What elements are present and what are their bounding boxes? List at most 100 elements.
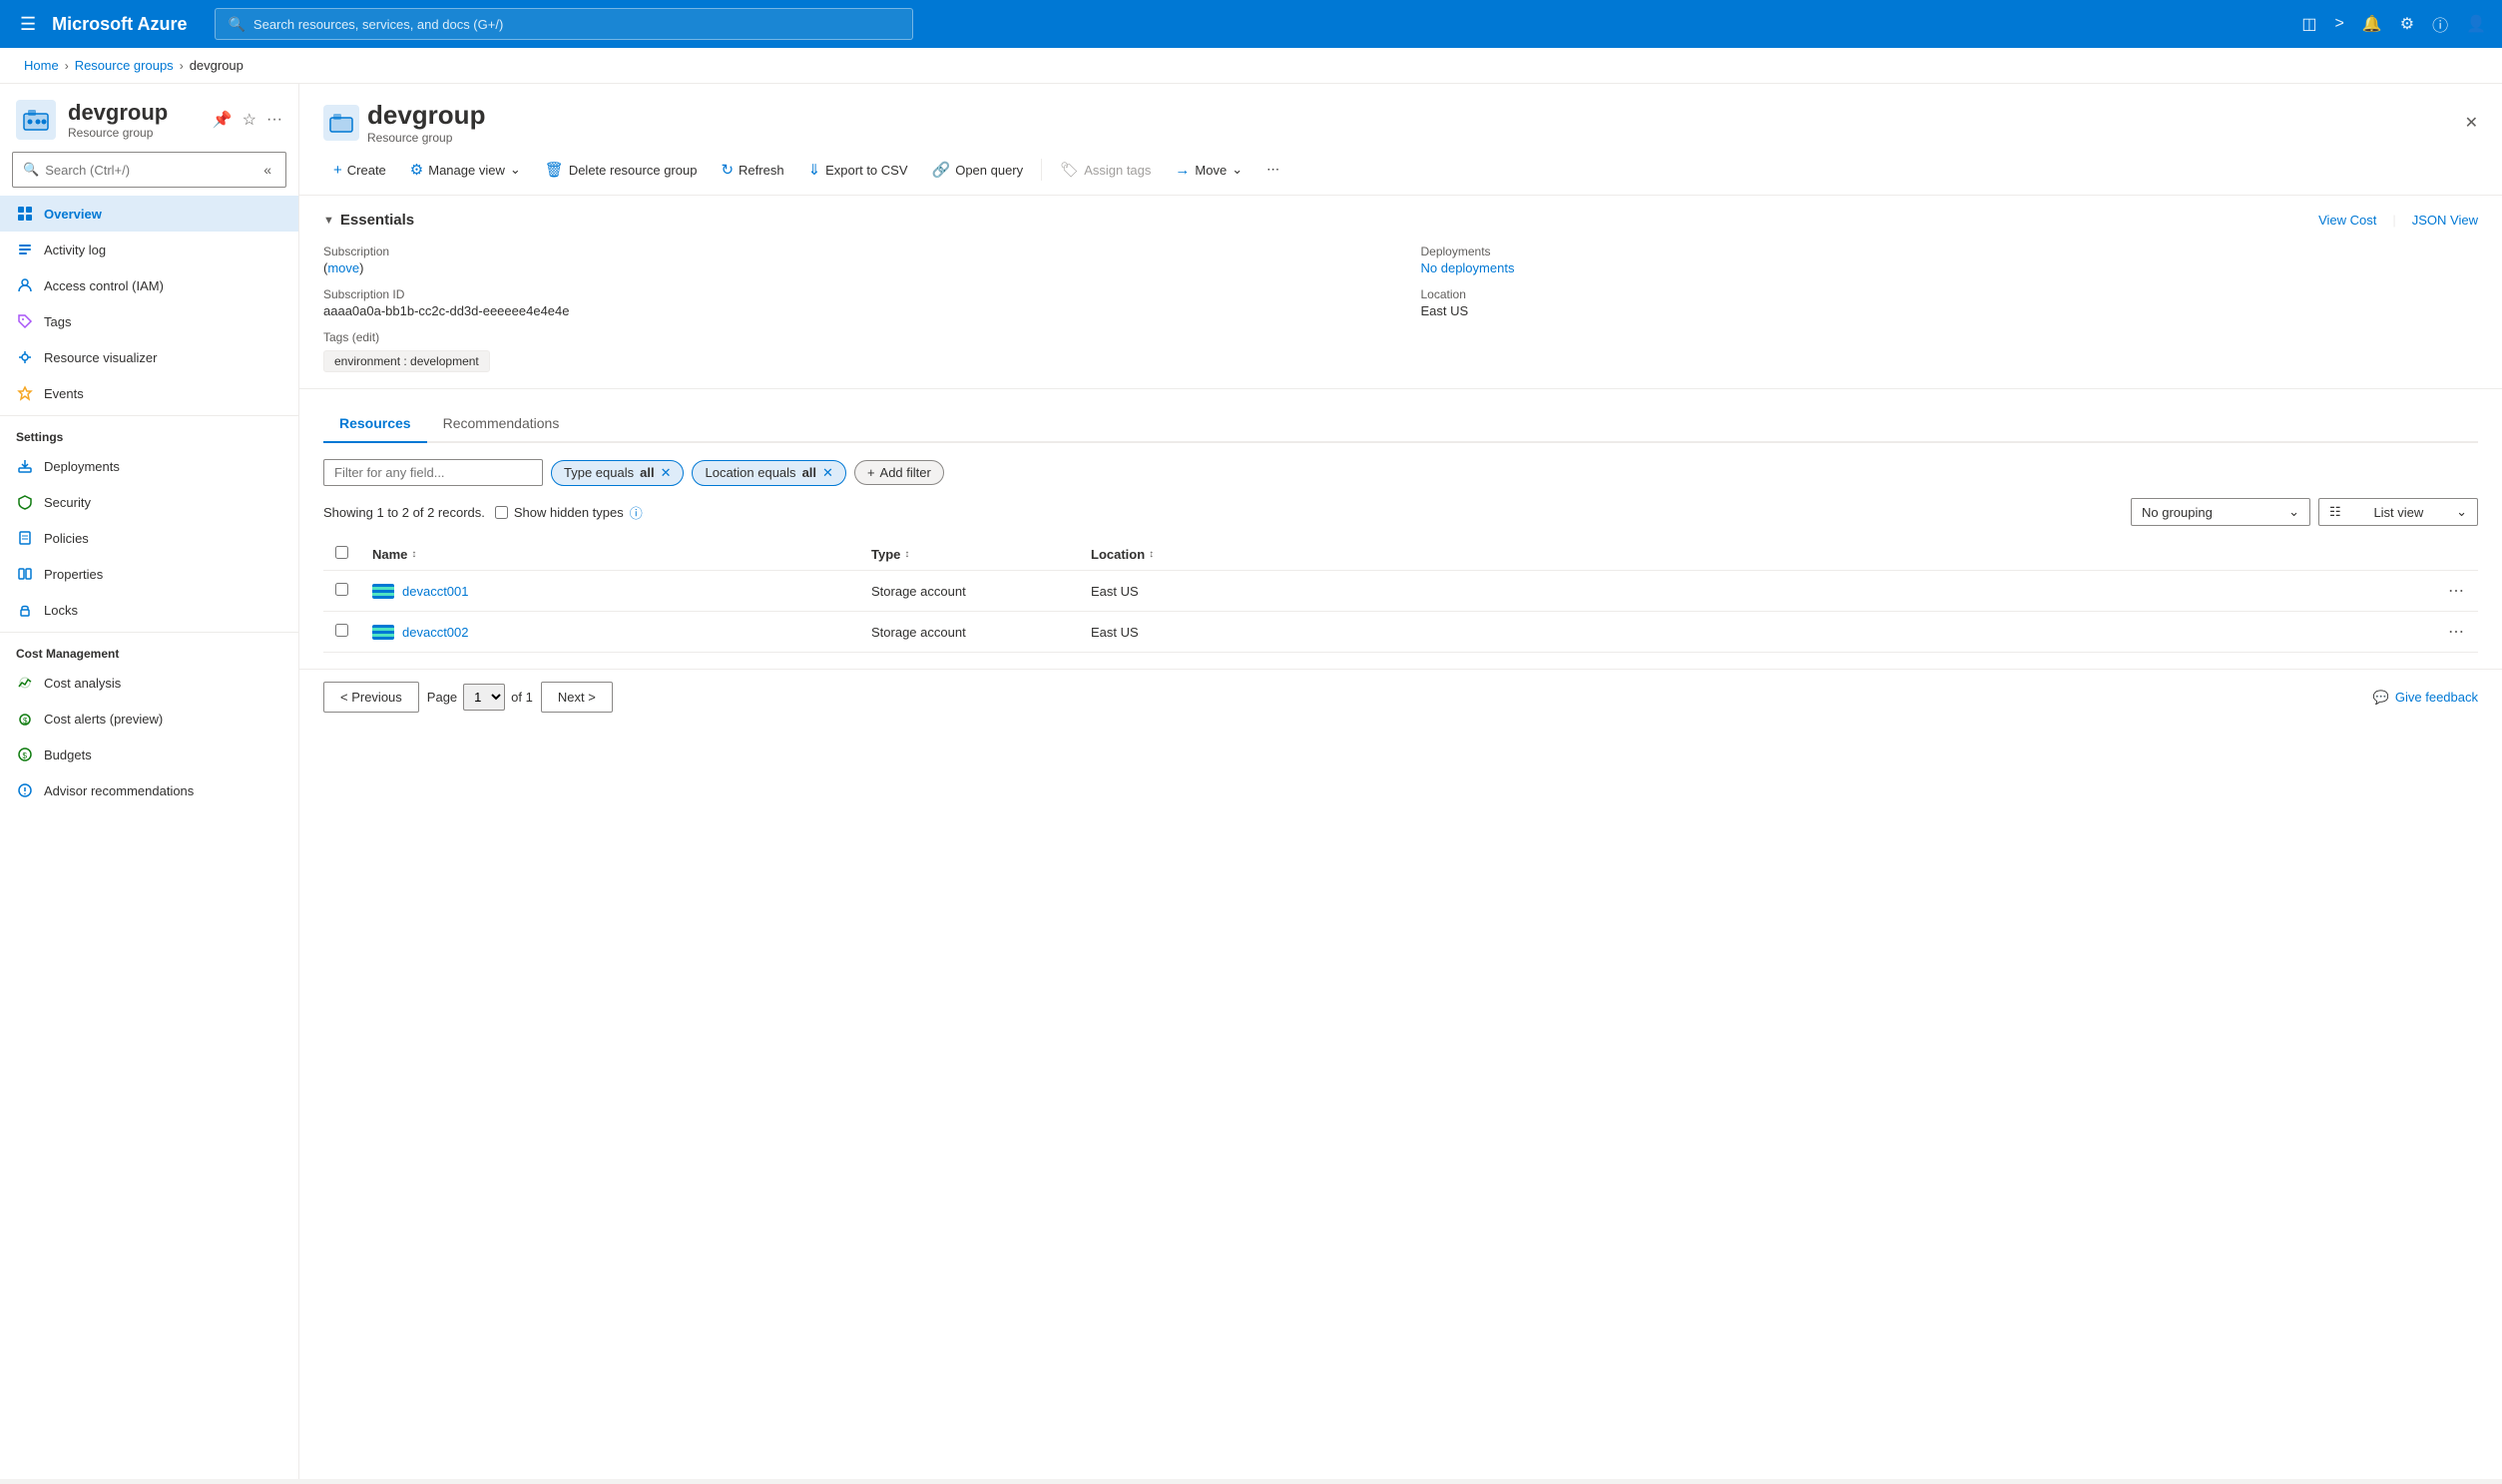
- filter-bar: Type equals all ✕ Location equals all ✕ …: [323, 459, 2478, 486]
- sidebar-item-events[interactable]: Events: [0, 375, 298, 411]
- row-more-options-icon-0[interactable]: ⋯: [2448, 583, 2466, 600]
- filter-location-chip[interactable]: Location equals all ✕: [692, 460, 845, 486]
- shield-icon: [16, 493, 34, 511]
- filter-type-chip[interactable]: Type equals all ✕: [551, 460, 684, 486]
- cost-section-label: Cost Management: [0, 632, 298, 665]
- filter-input[interactable]: [323, 459, 543, 486]
- row-type-cell-0: Storage account: [859, 571, 1079, 612]
- svg-text:$: $: [23, 717, 28, 726]
- essentials-chevron-down-icon[interactable]: ▼: [323, 215, 334, 227]
- sidebar-item-advisor-recommendations[interactable]: Advisor recommendations: [0, 772, 298, 808]
- resource-link-0[interactable]: devacct001: [372, 584, 847, 599]
- essentials-subscription-id-value: aaaa0a0a-bb1b-cc2c-dd3d-eeeeee4e4e4e: [323, 303, 1381, 318]
- account-icon[interactable]: 👤: [2466, 14, 2486, 34]
- close-icon[interactable]: ✕: [2465, 113, 2478, 133]
- json-view-link[interactable]: JSON View: [2412, 213, 2478, 228]
- search-placeholder: Search resources, services, and docs (G+…: [253, 17, 503, 32]
- sidebar-item-policies[interactable]: Policies: [0, 520, 298, 556]
- storage-account-icon-1: [372, 625, 394, 640]
- sidebar-item-activity-log[interactable]: Activity log: [0, 232, 298, 267]
- page-info: Page 1 of 1: [427, 684, 533, 711]
- help-question-icon[interactable]: ⓘ: [2432, 12, 2448, 36]
- location-sort-icon[interactable]: ↕: [1149, 549, 1154, 560]
- refresh-button[interactable]: ↻ Refresh: [711, 155, 793, 185]
- sidebar-item-security-label: Security: [44, 495, 91, 510]
- delete-trash-icon: 🗑: [545, 161, 564, 179]
- search-icon: 🔍: [228, 16, 245, 33]
- sidebar-item-cost-analysis[interactable]: Cost analysis: [0, 665, 298, 701]
- breadcrumb-resource-groups[interactable]: Resource groups: [75, 58, 174, 73]
- essentials-deployments-label: Deployments: [1421, 245, 2479, 258]
- essentials-link-sep: |: [2392, 213, 2395, 228]
- manage-view-button[interactable]: ⚙ Manage view ⌄: [400, 155, 531, 185]
- sidebar-item-budgets[interactable]: $ Budgets: [0, 737, 298, 772]
- grouping-dropdown[interactable]: No grouping ⌄: [2131, 498, 2310, 526]
- export-label: Export to CSV: [825, 163, 907, 178]
- filter-type-remove-icon[interactable]: ✕: [661, 465, 672, 481]
- tab-resources[interactable]: Resources: [323, 405, 427, 443]
- show-hidden-checkbox[interactable]: [495, 506, 508, 519]
- export-button[interactable]: ⇓ Export to CSV: [798, 155, 918, 185]
- filter-location-remove-icon[interactable]: ✕: [822, 465, 833, 481]
- previous-button[interactable]: < Previous: [323, 682, 419, 713]
- notification-bell-icon[interactable]: 🔔: [2362, 14, 2382, 34]
- breadcrumb-home[interactable]: Home: [24, 58, 59, 73]
- query-icon: 🔗: [932, 161, 951, 179]
- move-button[interactable]: → Move ⌄: [1165, 156, 1252, 185]
- essentials-header: ▼ Essentials View Cost | JSON View: [323, 212, 2478, 229]
- open-query-button[interactable]: 🔗 Open query: [922, 155, 1034, 185]
- more-options-icon[interactable]: ···: [266, 111, 282, 129]
- essentials-title-text: Essentials: [340, 212, 414, 229]
- select-all-checkbox[interactable]: [335, 546, 348, 559]
- sidebar-item-properties[interactable]: Properties: [0, 556, 298, 592]
- hamburger-icon[interactable]: ☰: [16, 10, 40, 39]
- sidebar-item-cost-alerts[interactable]: $ Cost alerts (preview): [0, 701, 298, 737]
- row-checkbox-1[interactable]: [335, 624, 348, 637]
- sidebar-item-properties-label: Properties: [44, 567, 103, 582]
- next-button[interactable]: Next >: [541, 682, 613, 713]
- sidebar-search-bar[interactable]: 🔍 «: [12, 152, 286, 188]
- svg-text:$: $: [23, 751, 28, 760]
- cost-analysis-icon: [16, 674, 34, 692]
- sidebar-item-tags[interactable]: Tags: [0, 303, 298, 339]
- sidebar-item-locks[interactable]: Locks: [0, 592, 298, 628]
- name-sort-icon[interactable]: ↕: [411, 549, 416, 560]
- no-deployments-link[interactable]: No deployments: [1421, 260, 1515, 275]
- tab-recommendations[interactable]: Recommendations: [427, 405, 576, 443]
- list-view-dropdown[interactable]: ☷ List view ⌄: [2318, 498, 2478, 526]
- sidebar-item-security[interactable]: Security: [0, 484, 298, 520]
- essentials-tags-value: environment : development: [323, 346, 1381, 372]
- type-sort-icon[interactable]: ↕: [904, 549, 909, 560]
- give-feedback-button[interactable]: 💬 Give feedback: [2373, 690, 2478, 706]
- settings-gear-icon[interactable]: ⚙: [2400, 14, 2414, 34]
- sidebar-item-resource-visualizer[interactable]: Resource visualizer: [0, 339, 298, 375]
- sidebar-search-input[interactable]: [45, 163, 253, 178]
- delete-button[interactable]: 🗑 Delete resource group: [535, 155, 708, 185]
- more-actions-button[interactable]: ⋯: [1256, 156, 1289, 184]
- subscription-move-link[interactable]: move: [327, 260, 359, 275]
- cloud-shell-icon[interactable]: >: [2334, 15, 2343, 33]
- favorite-star-icon[interactable]: ☆: [243, 110, 256, 130]
- table-row: devacct002 Storage account East US ⋯: [323, 612, 2478, 653]
- portal-icon[interactable]: ◫: [2301, 14, 2316, 34]
- row-more-options-icon-1[interactable]: ⋯: [2448, 624, 2466, 641]
- sidebar-collapse-icon[interactable]: «: [259, 158, 275, 182]
- cost-alert-icon: $: [16, 710, 34, 728]
- info-icon[interactable]: ⓘ: [630, 503, 643, 522]
- add-filter-button[interactable]: + Add filter: [854, 460, 944, 485]
- tags-edit-link[interactable]: edit: [356, 330, 375, 344]
- storage-account-icon-0: [372, 584, 394, 599]
- assign-tags-button[interactable]: 🏷 Assign tags: [1050, 155, 1161, 185]
- view-cost-link[interactable]: View Cost: [2318, 213, 2376, 228]
- global-search[interactable]: 🔍 Search resources, services, and docs (…: [215, 8, 913, 40]
- page-select[interactable]: 1: [463, 684, 505, 711]
- create-button[interactable]: + Create: [323, 156, 396, 185]
- row-checkbox-0[interactable]: [335, 583, 348, 596]
- sidebar-item-overview[interactable]: Overview: [0, 196, 298, 232]
- deploy-icon: [16, 457, 34, 475]
- sidebar-item-deployments[interactable]: Deployments: [0, 448, 298, 484]
- pin-icon[interactable]: 📌: [213, 110, 233, 130]
- sidebar-item-access-control[interactable]: Access control (IAM): [0, 267, 298, 303]
- resource-link-1[interactable]: devacct002: [372, 625, 847, 640]
- previous-label: < Previous: [340, 690, 402, 705]
